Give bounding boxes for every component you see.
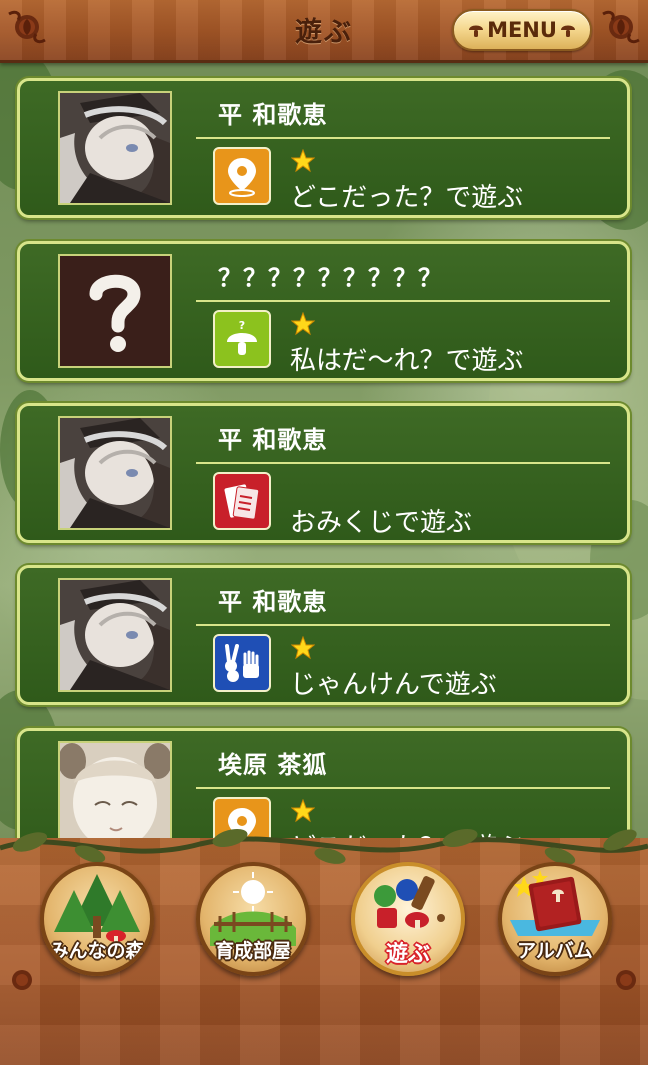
character-name: 平 和歌恵 xyxy=(218,426,328,454)
unknown-question-mark-icon xyxy=(60,256,170,366)
character-name: 平 和歌恵 xyxy=(218,588,328,616)
mushroom-question-icon: ? xyxy=(213,310,271,368)
nav-label: 遊ぶ xyxy=(385,942,430,967)
game-label: 私はだ〜れ？で遊ぶ xyxy=(290,346,524,376)
character-portrait xyxy=(58,578,172,692)
character-name: ？？？？？？？？？ xyxy=(218,264,443,292)
nav-item-album[interactable]: アルバム xyxy=(498,862,612,976)
svg-text:?: ? xyxy=(239,319,245,332)
rose-ornament-icon xyxy=(616,970,636,990)
game-label: おみくじで遊ぶ xyxy=(290,508,473,538)
star-icon xyxy=(291,636,315,660)
nav-item-forest[interactable]: みんなの森 xyxy=(40,862,154,976)
character-portrait-gray-hair xyxy=(60,580,170,690)
omikuji-icon xyxy=(213,472,271,530)
nav-label: みんなの森 xyxy=(49,940,145,962)
divider xyxy=(196,462,610,464)
nav-label: 育成部屋 xyxy=(214,940,291,962)
character-card[interactable]: 平 和歌恵 どこだった？で遊ぶ xyxy=(17,78,630,218)
character-portrait-gray-hair xyxy=(60,93,170,203)
character-card[interactable]: 平 和歌恵 じゃんけんで遊ぶ xyxy=(17,565,630,705)
character-name: 埃原 茶狐 xyxy=(218,751,328,779)
divider xyxy=(196,787,610,789)
rock-paper-scissors-icon xyxy=(213,634,271,692)
divider xyxy=(196,624,610,626)
divider xyxy=(196,300,610,302)
game-label: どこだった？で遊ぶ xyxy=(290,183,524,213)
character-portrait-gray-hair xyxy=(60,418,170,528)
menu-button[interactable]: MENU xyxy=(452,9,592,51)
menu-label: MENU xyxy=(487,18,557,42)
mushroom-icon xyxy=(469,25,484,37)
character-portrait xyxy=(58,254,172,368)
mushroom-icon xyxy=(560,25,575,37)
character-card[interactable]: 平 和歌恵 おみくじで遊ぶ xyxy=(17,403,630,543)
nav-label: アルバム xyxy=(517,940,593,962)
map-pin-icon xyxy=(213,147,271,205)
nav-item-play[interactable]: 遊ぶ xyxy=(351,862,465,976)
divider xyxy=(196,137,610,139)
nav-item-nursery[interactable]: 育成部屋 xyxy=(196,862,310,976)
star-icon xyxy=(291,799,315,823)
character-name: 平 和歌恵 xyxy=(218,101,328,129)
star-icon xyxy=(291,312,315,336)
rose-ornament-icon xyxy=(602,10,640,44)
game-label: じゃんけんで遊ぶ xyxy=(290,670,497,700)
header-bar: 遊ぶ MENU xyxy=(0,0,648,63)
star-icon xyxy=(291,149,315,173)
character-portrait xyxy=(58,416,172,530)
character-card[interactable]: ？？？？？？？？？ ? 私はだ〜れ？で遊ぶ xyxy=(17,241,630,381)
character-portrait xyxy=(58,91,172,205)
rose-ornament-icon xyxy=(12,970,32,990)
